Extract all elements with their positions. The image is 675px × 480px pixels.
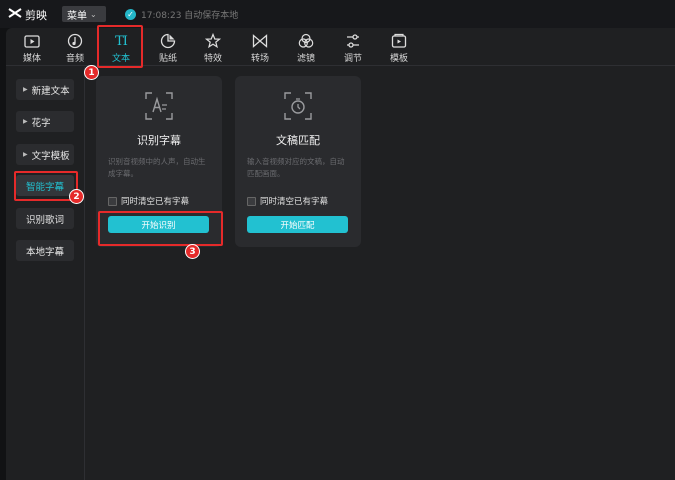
step-badge-1: 1 <box>84 65 99 80</box>
tab-template[interactable]: 模板 <box>381 30 417 64</box>
tab-transition[interactable]: 转场 <box>242 30 278 64</box>
effects-icon <box>204 32 222 50</box>
media-icon <box>23 32 41 50</box>
sidebar-item-fancy-text[interactable]: ▶ 花字 <box>16 111 74 132</box>
start-match-button[interactable]: 开始匹配 <box>247 216 348 233</box>
clear-subtitles-checkbox[interactable]: 同时清空已有字幕 <box>108 195 189 207</box>
script-match-card: 文稿匹配 输入音视频对应的文稿，自动匹配画面。 同时清空已有字幕 开始匹配 <box>235 76 361 247</box>
tab-transition-label: 转场 <box>250 54 269 64</box>
tab-effects-label: 特效 <box>203 54 222 64</box>
checkbox-label: 同时清空已有字幕 <box>121 197 190 207</box>
sidebar-item-label: 新建文本 <box>31 85 70 97</box>
sidebar-item-label: 识别歌词 <box>25 214 64 226</box>
app-logo: 剪映 <box>8 7 47 23</box>
sidebar-item-label: 本地字幕 <box>25 246 64 258</box>
app-name: 剪映 <box>25 9 47 22</box>
material-panel: 媒体 音频 TI 文本 贴纸 特效 转场 滤镜 调节 模板 ▶ 新建文本 ▶ 花… <box>6 28 675 480</box>
transition-icon <box>251 32 269 50</box>
clear-subtitles-checkbox[interactable]: 同时清空已有字幕 <box>247 195 328 207</box>
text-sidebar: ▶ 新建文本 ▶ 花字 ▶ 文字模板 智能字幕 识别歌词 本地字幕 <box>6 67 85 480</box>
highlight-text-tab <box>97 25 143 68</box>
tab-filter[interactable]: 滤镜 <box>288 30 324 64</box>
filter-icon <box>297 32 315 50</box>
tab-adjust[interactable]: 调节 <box>335 30 371 64</box>
sidebar-item-lyrics[interactable]: 识别歌词 <box>16 208 74 229</box>
title-bar: 剪映 菜单 ⌄ ✓ 17:08:23 自动保存本地 <box>0 0 675 28</box>
menu-button[interactable]: 菜单 ⌄ <box>62 6 106 22</box>
step-badge-2: 2 <box>69 189 84 204</box>
chevron-down-icon: ⌄ <box>90 9 97 19</box>
step-badge-3: 3 <box>185 244 200 259</box>
sidebar-item-label: 花字 <box>31 117 51 129</box>
highlight-start-button <box>98 211 223 246</box>
script-match-icon <box>282 90 314 122</box>
capcut-logo-icon <box>8 7 22 23</box>
card-description: 输入音视频对应的文稿，自动匹配画面。 <box>247 157 345 178</box>
caret-right-icon: ▶ <box>23 86 28 93</box>
recognize-subtitle-icon <box>143 90 175 122</box>
tab-template-label: 模板 <box>389 54 408 64</box>
sidebar-item-local-subtitle[interactable]: 本地字幕 <box>16 240 74 261</box>
menu-label: 菜单 <box>67 10 87 22</box>
template-icon <box>390 32 408 50</box>
card-title: 文稿匹配 <box>276 134 320 147</box>
caret-right-icon: ▶ <box>23 118 28 125</box>
autosave-status: ✓ 17:08:23 自动保存本地 <box>125 8 238 21</box>
tab-audio-label: 音频 <box>65 54 84 64</box>
checkbox-box <box>108 196 117 206</box>
tab-media[interactable]: 媒体 <box>14 30 50 64</box>
checkbox-label: 同时清空已有字幕 <box>260 197 329 207</box>
audio-icon <box>66 32 84 50</box>
adjust-icon <box>344 32 362 50</box>
tab-media-label: 媒体 <box>22 54 41 64</box>
card-description: 识别音视频中的人声，自动生成字幕。 <box>108 157 206 178</box>
sidebar-item-new-text[interactable]: ▶ 新建文本 <box>16 79 74 100</box>
tab-sticker-label: 贴纸 <box>158 54 177 64</box>
card-title: 识别字幕 <box>137 134 181 147</box>
autosave-text: 17:08:23 自动保存本地 <box>141 11 239 21</box>
tab-adjust-label: 调节 <box>343 54 362 64</box>
sticker-icon <box>159 32 177 50</box>
check-circle-icon: ✓ <box>125 9 136 20</box>
sidebar-item-text-template[interactable]: ▶ 文字模板 <box>16 144 74 165</box>
checkbox-box <box>247 196 256 206</box>
tab-sticker[interactable]: 贴纸 <box>150 30 186 64</box>
caret-right-icon: ▶ <box>23 151 28 158</box>
sidebar-item-label: 文字模板 <box>31 150 70 162</box>
tab-effects[interactable]: 特效 <box>195 30 231 64</box>
tab-audio[interactable]: 音频 <box>57 30 93 64</box>
tab-filter-label: 滤镜 <box>296 54 315 64</box>
